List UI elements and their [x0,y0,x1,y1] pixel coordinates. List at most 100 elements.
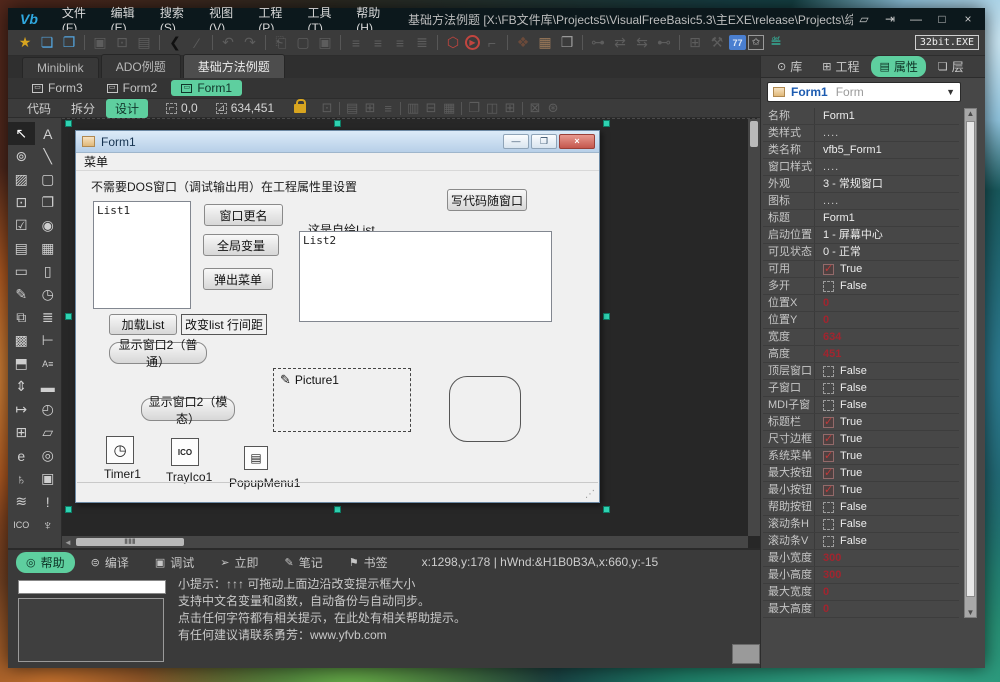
step-icon[interactable]: ⌐ [482,33,502,53]
checkbox-icon[interactable] [823,280,834,292]
property-row[interactable]: 窗口样式 .... [763,159,959,176]
tab-project[interactable]: ⊞ 工程 [814,56,867,77]
form-close-button[interactable]: × [559,134,595,149]
tab-immediate[interactable]: ➢ 立即 [210,552,268,573]
property-value[interactable]: True [840,448,862,464]
richlabel-tool[interactable]: A≡ [35,352,62,375]
checkbox-icon[interactable] [823,501,834,513]
property-row[interactable]: 宽度 634 [763,329,959,346]
lock-icon[interactable] [294,98,307,113]
listbox-list1[interactable]: List1 [93,201,191,309]
pen-tool[interactable]: ✎ [8,283,35,306]
property-row[interactable]: 位置Y 0 [763,312,959,329]
image-tool[interactable]: ▨ [8,168,35,191]
selection-handle[interactable] [65,506,72,513]
property-row[interactable]: 启动位置 1 - 屏幕中心 [763,227,959,244]
save-icon[interactable]: ▣ [90,33,110,53]
tab-notes[interactable]: ✎ 笔记 [275,552,333,573]
pin-icon[interactable]: ⇥ [879,12,901,26]
property-value[interactable]: False [840,397,867,413]
property-value[interactable]: .... [823,193,839,209]
trayicon-tool[interactable]: ICO [8,513,35,536]
canvas-vertical-scrollbar[interactable] [748,119,760,536]
checkbox-icon[interactable] [823,365,834,377]
delete-icon[interactable]: ▣ [315,33,335,53]
popupmenu-component-icon[interactable]: ▤ [244,446,268,470]
property-row[interactable]: 最小高度 300 [763,567,959,584]
toolbar-separator[interactable] [84,35,85,50]
tab-library[interactable]: ⊙ 库 [769,56,810,77]
checkbox-icon[interactable] [823,261,834,277]
dbar-separator[interactable] [339,101,341,115]
box-line-spacing[interactable]: 改变list 行间距 [181,314,268,335]
checkbox-icon[interactable] [823,448,834,464]
property-value[interactable]: True [840,414,862,430]
selection-handle[interactable] [603,120,610,127]
property-value[interactable]: .... [823,159,839,175]
code-tool4-icon[interactable]: ⊷ [654,33,674,53]
save-all-icon[interactable]: ⊡ [112,33,132,53]
selection-handle[interactable] [333,506,341,513]
property-row[interactable]: 最大按钮 True [763,465,959,482]
planet-tool[interactable]: ♄ [8,467,35,490]
flatbar-tool[interactable]: ▬ [35,375,62,398]
property-row[interactable]: 高度 451 [763,346,959,363]
property-value[interactable]: False [840,363,867,379]
space-h-icon[interactable]: ❐ [465,100,483,116]
anchor-tool[interactable]: ♆ [35,513,62,536]
button-load-list[interactable]: 加载List [109,314,177,335]
checkbox-icon[interactable] [823,382,834,394]
property-row[interactable]: 位置X 0 [763,295,959,312]
toolbar-separator[interactable] [582,35,583,50]
view-mode-button[interactable]: 设计 [106,98,149,118]
form-resize-grip[interactable]: ⋰ [585,489,595,500]
properties-scrollbar[interactable]: ▲ ▼ [964,108,977,618]
selection-handle[interactable] [65,312,72,320]
button-show-window2-normal[interactable]: 显示窗口2（普通） [109,338,207,369]
property-row[interactable]: 子窗口 False [763,380,959,397]
checkbox-icon[interactable] [823,482,834,498]
property-row[interactable]: 名称 Form1 [763,108,959,125]
same-size-icon[interactable]: ▦ [440,100,458,116]
checkbox-icon[interactable] [823,414,834,430]
property-row[interactable]: 滚动条V False [763,533,959,550]
code-tool3-icon[interactable]: ⇆ [632,33,652,53]
favorites-box-icon[interactable]: ✩ [748,35,764,50]
radio-tool[interactable]: ◉ [35,214,62,237]
property-row[interactable]: 多开 False [763,278,959,295]
tab-order-icon[interactable]: ⊠ [526,100,544,116]
property-value[interactable]: 0 [823,601,829,617]
panel-resize-grip[interactable] [732,644,760,664]
toolbar-separator[interactable] [437,35,438,50]
property-value[interactable]: 300 [823,550,841,566]
property-row[interactable]: 可用 True [763,261,959,278]
property-row[interactable]: 最小宽度 300 [763,550,959,567]
ie-browser-tool[interactable]: e [8,444,35,467]
align-left-icon[interactable]: ≡ [346,33,366,53]
open-project-icon[interactable]: ❐ [59,33,79,53]
export-icon[interactable]: ▤ [134,33,154,53]
shape-tool[interactable]: ⊚ [8,145,35,168]
listbox-list2[interactable]: List2 [299,231,552,322]
dbar-separator[interactable] [400,101,402,115]
align-center-icon[interactable]: ≡ [368,33,388,53]
property-row[interactable]: 外观 3 - 常规窗口 [763,176,959,193]
property-value[interactable]: 0 [823,312,829,328]
selection-handle[interactable] [603,312,610,320]
project-tab[interactable]: ADO例题 [100,54,181,78]
code-tool1-icon[interactable]: ⊶ [588,33,608,53]
property-value[interactable]: 300 [823,567,841,583]
toolbar-separator[interactable] [265,35,266,50]
property-value[interactable]: True [840,482,862,498]
selection-handle[interactable] [333,120,341,127]
database-tool[interactable]: ≋ [8,490,35,513]
property-row[interactable]: 最小按钮 True [763,482,959,499]
selection-handle[interactable] [603,506,610,513]
property-row[interactable]: 帮助按钮 False [763,499,959,516]
object-selector-dropdown[interactable]: Form1 Form ▼ [767,82,961,102]
grid-snap-icon[interactable]: ⊞ [501,100,519,116]
updown-tool[interactable]: ⇕ [8,375,35,398]
lock-all-icon[interactable]: ⊛ [544,100,562,116]
checkbox-icon[interactable] [823,518,834,530]
same-height-icon[interactable]: ⊟ [422,100,440,116]
